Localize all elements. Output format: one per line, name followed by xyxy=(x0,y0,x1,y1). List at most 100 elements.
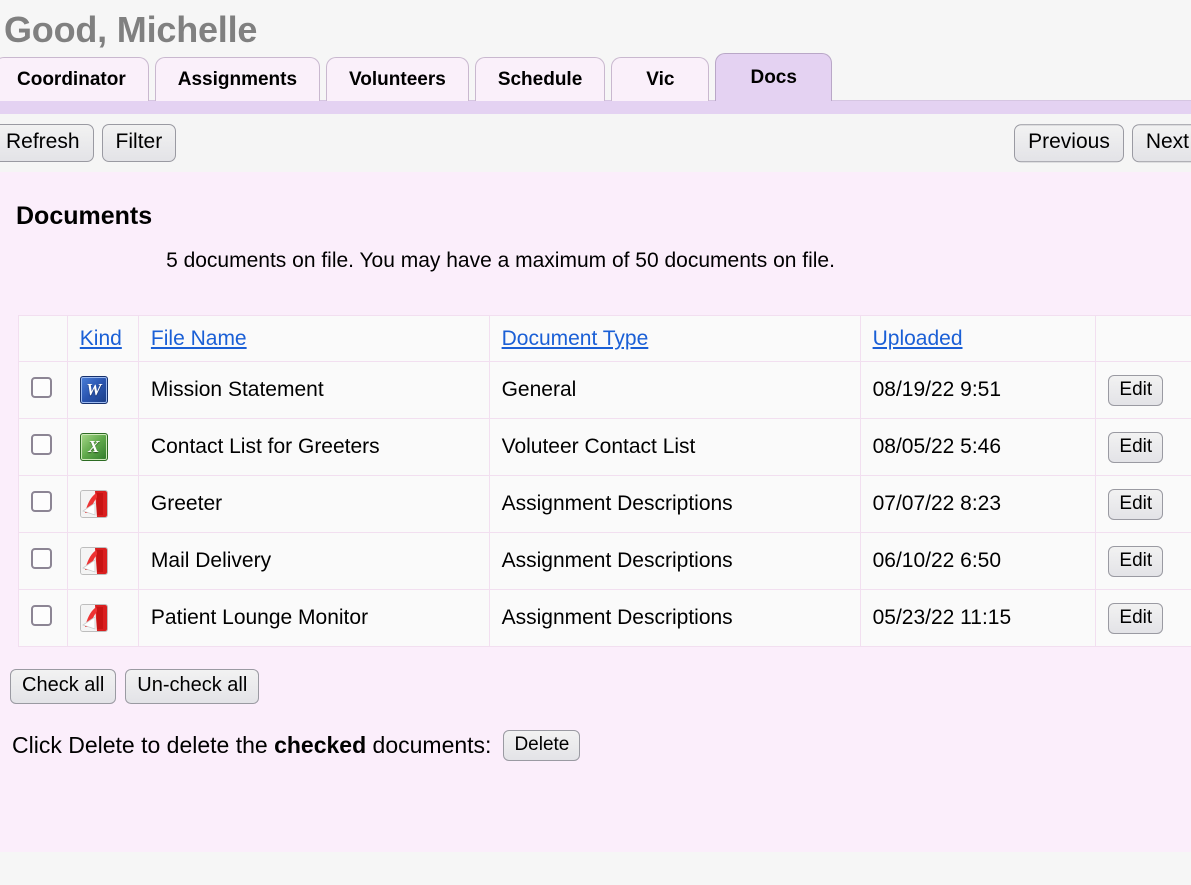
tab-label: Coordinator xyxy=(17,69,126,91)
header-file-name: File Name xyxy=(138,316,489,362)
pdf-document-icon xyxy=(80,547,108,575)
tab-label: Vic xyxy=(646,69,674,91)
row-file-name-cell: Mail Delivery xyxy=(138,533,489,590)
row-kind-cell xyxy=(67,533,138,590)
tab-label: Volunteers xyxy=(349,69,446,91)
row-checkbox[interactable] xyxy=(31,377,52,398)
section-title: Documents xyxy=(0,172,1191,231)
tab-assignments[interactable]: Assignments xyxy=(155,57,320,101)
tab-bar: Coordinator Assignments Volunteers Schedule… xyxy=(0,53,1191,101)
table-row: X Contact List for Greeters Voluteer Conta… xyxy=(19,419,1191,476)
row-uploaded-cell: 08/05/22 5:46 xyxy=(860,419,1096,476)
uncheck-all-button[interactable]: Un-check all xyxy=(125,669,259,703)
file-name-link[interactable]: Greeter xyxy=(151,492,222,515)
row-edit-cell: Edit xyxy=(1096,533,1191,590)
row-document-type-cell: Voluteer Contact List xyxy=(489,419,860,476)
pdf-document-icon xyxy=(80,490,108,518)
excel-glyph: X xyxy=(81,434,107,460)
row-checkbox[interactable] xyxy=(31,605,52,626)
next-button[interactable]: Next xyxy=(1132,124,1191,162)
delete-instruction-emphasis: checked xyxy=(274,732,366,758)
header-document-type: Document Type xyxy=(489,316,860,362)
previous-button[interactable]: Previous xyxy=(1014,124,1124,162)
row-kind-cell xyxy=(67,590,138,647)
row-select-cell xyxy=(19,362,68,419)
edit-button[interactable]: Edit xyxy=(1108,489,1163,520)
check-all-button[interactable]: Check all xyxy=(10,669,116,703)
table-row: Greeter Assignment Descriptions07/07/22 8… xyxy=(19,476,1191,533)
word-document-icon: W xyxy=(80,376,108,404)
row-checkbox[interactable] xyxy=(31,548,52,569)
file-name-link[interactable]: Patient Lounge Monitor xyxy=(151,606,368,629)
table-row: W Mission Statement General08/19/22 9:51 Ed… xyxy=(19,362,1191,419)
delete-instruction-suffix: documents: xyxy=(373,732,492,758)
tab-label: Assignments xyxy=(178,69,297,91)
tab-bar-underline xyxy=(0,100,1191,114)
row-file-name-cell: Mission Statement xyxy=(138,362,489,419)
file-name-link[interactable]: Contact List for Greeters xyxy=(151,435,380,458)
row-select-cell xyxy=(19,533,68,590)
excel-spreadsheet-icon: X xyxy=(80,433,108,461)
row-file-name-cell: Contact List for Greeters xyxy=(138,419,489,476)
refresh-button[interactable]: Refresh xyxy=(0,124,94,162)
row-edit-cell: Edit xyxy=(1096,419,1191,476)
row-uploaded-cell: 06/10/22 6:50 xyxy=(860,533,1096,590)
word-glyph: W xyxy=(81,377,107,403)
row-select-cell xyxy=(19,419,68,476)
row-select-cell xyxy=(19,476,68,533)
tab-vic[interactable]: Vic xyxy=(611,57,709,101)
filter-button[interactable]: Filter xyxy=(102,124,177,162)
sort-kind-link[interactable]: Kind xyxy=(80,327,122,350)
sort-uploaded-link[interactable]: Uploaded xyxy=(873,327,963,350)
row-file-name-cell: Patient Lounge Monitor xyxy=(138,590,489,647)
row-select-cell xyxy=(19,590,68,647)
tab-schedule[interactable]: Schedule xyxy=(475,57,605,101)
tab-docs[interactable]: Docs xyxy=(715,53,831,101)
row-edit-cell: Edit xyxy=(1096,476,1191,533)
file-name-link[interactable]: Mission Statement xyxy=(151,378,324,401)
header-uploaded: Uploaded xyxy=(860,316,1096,362)
table-row: Mail Delivery Assignment Descriptions06/1… xyxy=(19,533,1191,590)
header-edit-column xyxy=(1096,316,1191,362)
tab-volunteers[interactable]: Volunteers xyxy=(326,57,469,101)
edit-button[interactable]: Edit xyxy=(1108,603,1163,634)
row-document-type-cell: Assignment Descriptions xyxy=(489,476,860,533)
row-checkbox[interactable] xyxy=(31,491,52,512)
table-header-row: Kind File Name Document Type Uploaded xyxy=(19,316,1191,362)
tab-coordinator[interactable]: Coordinator xyxy=(0,57,149,101)
row-edit-cell: Edit xyxy=(1096,362,1191,419)
delete-instruction-text: Click Delete to delete the checked docum… xyxy=(12,732,491,759)
file-name-link[interactable]: Mail Delivery xyxy=(151,549,271,572)
row-uploaded-cell: 08/19/22 9:51 xyxy=(860,362,1096,419)
row-kind-cell: X xyxy=(67,419,138,476)
page-title: Good, Michelle xyxy=(0,0,1191,53)
table-row: Patient Lounge Monitor Assignment Descrip… xyxy=(19,590,1191,647)
delete-button[interactable]: Delete xyxy=(503,730,580,761)
row-document-type-cell: General xyxy=(489,362,860,419)
tab-label: Docs xyxy=(750,67,796,89)
header-select-column xyxy=(19,316,68,362)
row-document-type-cell: Assignment Descriptions xyxy=(489,590,860,647)
sort-document-type-link[interactable]: Document Type xyxy=(502,327,649,350)
row-checkbox[interactable] xyxy=(31,434,52,455)
documents-panel: Documents 5 documents on file. You may h… xyxy=(0,172,1191,852)
row-edit-cell: Edit xyxy=(1096,590,1191,647)
edit-button[interactable]: Edit xyxy=(1108,432,1163,463)
header-kind: Kind xyxy=(67,316,138,362)
delete-instruction-row: Click Delete to delete the checked docum… xyxy=(0,704,1191,761)
pdf-document-icon xyxy=(80,604,108,632)
toolbar: Refresh Filter Previous Next xyxy=(0,114,1191,172)
documents-table: Kind File Name Document Type Uploaded W M… xyxy=(18,315,1191,647)
edit-button[interactable]: Edit xyxy=(1108,375,1163,406)
row-document-type-cell: Assignment Descriptions xyxy=(489,533,860,590)
row-kind-cell: W xyxy=(67,362,138,419)
row-file-name-cell: Greeter xyxy=(138,476,489,533)
row-uploaded-cell: 05/23/22 11:15 xyxy=(860,590,1096,647)
edit-button[interactable]: Edit xyxy=(1108,546,1163,577)
tab-label: Schedule xyxy=(498,69,582,91)
row-kind-cell xyxy=(67,476,138,533)
sort-file-name-link[interactable]: File Name xyxy=(151,327,247,350)
row-uploaded-cell: 07/07/22 8:23 xyxy=(860,476,1096,533)
documents-count-text: 5 documents on file. You may have a maxi… xyxy=(0,231,1191,273)
delete-instruction-prefix: Click Delete to delete the xyxy=(12,732,268,758)
